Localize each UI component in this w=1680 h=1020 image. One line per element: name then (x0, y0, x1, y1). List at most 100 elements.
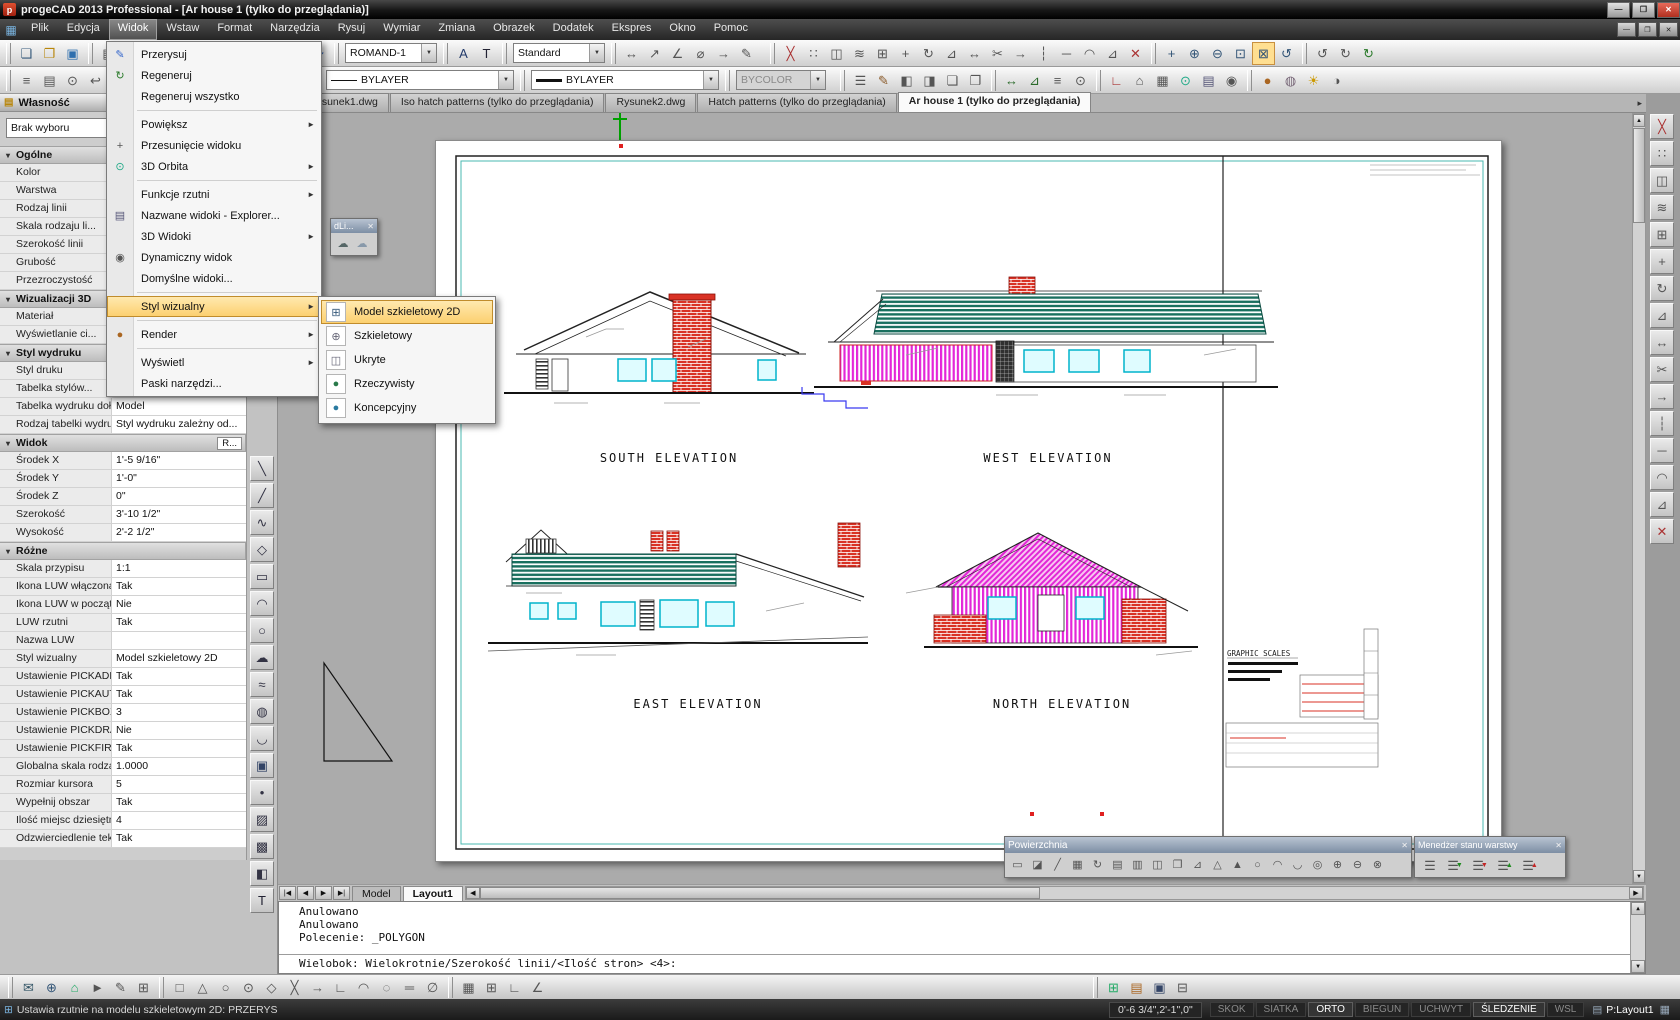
menu-item-funkcje-rzutni[interactable]: Funkcje rzutni► (107, 184, 321, 205)
menu-obrazek[interactable]: Obrazek (484, 19, 544, 40)
extend-icon[interactable]: → (1009, 42, 1032, 65)
move-icon[interactable]: + (1650, 249, 1674, 274)
copy-object-icon[interactable]: ∷ (802, 42, 825, 65)
combo-arrow-icon[interactable]: ▼ (498, 71, 513, 89)
stretch-icon[interactable]: ↔ (963, 42, 986, 65)
snap-endpoint-icon[interactable]: □ (168, 976, 191, 999)
wedge-icon[interactable]: ⊿ (1188, 855, 1207, 875)
menu-zmiana[interactable]: Zmiana (429, 19, 484, 40)
layer-state-on-icon[interactable]: ☰▲ (1493, 855, 1517, 875)
dome-icon[interactable]: ◠ (1268, 855, 1287, 875)
cloud-icon[interactable]: ☁ (334, 235, 352, 253)
prop-value[interactable]: Model szkieletowy 2D (112, 650, 246, 667)
linetype-combo[interactable]: BYLAYER▼ (326, 70, 514, 90)
status-toggle-siatka[interactable]: SIATKA (1256, 1002, 1307, 1017)
ruled-mesh-icon[interactable]: ▥ (1128, 855, 1147, 875)
menu-rysuj[interactable]: Rysuj (329, 19, 375, 40)
prop-section-różne[interactable]: ▾Różne (0, 542, 246, 560)
first-tab-icon[interactable]: |◀ (279, 886, 296, 900)
text-style-manager-icon[interactable]: A (452, 42, 475, 65)
save-layer-state-icon[interactable]: ☰▼ (1468, 855, 1492, 875)
scale-icon[interactable]: ⊿ (940, 42, 963, 65)
dim-radius-icon[interactable]: ⌀ (689, 42, 712, 65)
undo-view-icon[interactable]: ↺ (1311, 42, 1334, 65)
break-icon[interactable]: ┆ (1650, 411, 1674, 436)
spline-icon[interactable]: ≈ (250, 672, 274, 697)
trim-icon[interactable]: ✂ (1650, 357, 1674, 382)
render-icon[interactable]: ● (1256, 69, 1279, 92)
menu-plik[interactable]: Plik (22, 19, 58, 40)
dish-icon[interactable]: ◡ (1288, 855, 1307, 875)
box-icon[interactable]: ❐ (1168, 855, 1187, 875)
status-toggle-skok[interactable]: SKOK (1210, 1002, 1254, 1017)
ortho-mode-icon[interactable]: ∟ (503, 976, 526, 999)
submenu-item-szkieletowy[interactable]: ⊕Szkieletowy (321, 324, 493, 348)
status-toggle-wsl[interactable]: WSL (1547, 1002, 1585, 1017)
prop-value[interactable]: Model (112, 398, 246, 415)
snap-perpendicular-icon[interactable]: ∟ (329, 976, 352, 999)
vba-icon[interactable]: ► (86, 976, 109, 999)
id-point-icon[interactable]: ⊙ (1069, 69, 1092, 92)
circle-icon[interactable]: ○ (250, 618, 274, 643)
scrollbar-thumb[interactable] (1633, 128, 1645, 223)
tab-overflow-arrow-icon[interactable]: ▸ (1637, 98, 1642, 112)
mini-toolbar-titlebar[interactable]: dLi... ✕ (331, 219, 377, 233)
hyperlink-icon[interactable]: ⊕ (40, 976, 63, 999)
scroll-right-icon[interactable]: ▶ (1629, 887, 1643, 899)
viewport-selector[interactable]: R... (217, 437, 242, 450)
redo-view-icon[interactable]: ↻ (1334, 42, 1357, 65)
menu-narzędzia[interactable]: Narzędzia (261, 19, 329, 40)
grid-settings-icon[interactable]: ▦ (1660, 1003, 1670, 1016)
insert-block-icon[interactable]: ▣ (1148, 976, 1171, 999)
sphere-icon[interactable]: ○ (1248, 855, 1267, 875)
doc-tab-hatch-patterns-tylko-do-przeglądania[interactable]: Hatch patterns (tylko do przeglądania) (697, 93, 896, 112)
prop-value[interactable]: Tak (112, 740, 246, 757)
close-icon[interactable]: ✕ (1401, 841, 1408, 850)
scroll-up-icon[interactable]: ▲ (1631, 902, 1645, 915)
prop-value[interactable]: 3'-10 1/2" (112, 506, 246, 523)
fillet-icon[interactable]: ◠ (1078, 42, 1101, 65)
dim-leader-icon[interactable]: → (712, 42, 735, 65)
menu-format[interactable]: Format (208, 19, 261, 40)
add-image-icon[interactable]: ▤ (1125, 976, 1148, 999)
draw-order-back-icon[interactable]: ◨ (918, 69, 941, 92)
make-layer-current-icon[interactable]: ⊙ (61, 69, 84, 92)
pan-icon[interactable]: + (1160, 42, 1183, 65)
prop-value[interactable]: Tak (112, 794, 246, 811)
shadow-icon[interactable]: ◑ (1325, 69, 1348, 92)
dim-edit-icon[interactable]: ✎ (735, 42, 758, 65)
cloud-3d-icon[interactable]: ☁ (353, 235, 371, 253)
drawing-canvas[interactable]: SOUTH ELEVATION (278, 113, 1632, 884)
combo-arrow-icon[interactable]: ▼ (421, 44, 436, 62)
prop-value[interactable]: Styl wydruku zależny od... (112, 416, 246, 433)
prop-value[interactable]: Tak (112, 830, 246, 847)
polar-tracking-icon[interactable]: ∠ (526, 976, 549, 999)
snap-center-icon[interactable]: ○ (214, 976, 237, 999)
explode-icon[interactable]: ✕ (1650, 519, 1674, 544)
chamfer-icon[interactable]: ⊿ (1101, 42, 1124, 65)
snap-none-icon[interactable]: ∅ (421, 976, 444, 999)
materials-icon[interactable]: ◍ (1279, 69, 1302, 92)
match-properties-icon[interactable]: ✎ (872, 69, 895, 92)
status-toggle-orto[interactable]: ORTO (1308, 1002, 1353, 1017)
horizontal-scrollbar[interactable]: ◀ ▶ (465, 886, 1644, 900)
calculator-icon[interactable]: ⊞ (132, 976, 155, 999)
close-icon[interactable]: ✕ (1555, 841, 1562, 850)
intersect-icon[interactable]: ⊗ (1368, 855, 1387, 875)
polyline-icon[interactable]: ∿ (250, 510, 274, 535)
explode-icon[interactable]: ✕ (1124, 42, 1147, 65)
dim-aligned-icon[interactable]: ↗ (643, 42, 666, 65)
prop-value[interactable] (112, 632, 246, 649)
maximize-icon[interactable]: ❐ (1632, 2, 1655, 18)
minimize-icon[interactable]: — (1607, 2, 1630, 18)
lineweight-combo[interactable]: BYLAYER▼ (531, 70, 719, 90)
submenu-item-rzeczywisty[interactable]: ●Rzeczywisty (321, 372, 493, 396)
fillet-icon[interactable]: ◠ (1650, 465, 1674, 490)
mdi-close-icon[interactable]: ✕ (1659, 22, 1678, 37)
menu-item-przesunięcie-widoku[interactable]: +Przesunięcie widoku (107, 135, 321, 156)
erase-icon[interactable]: ╳ (1650, 114, 1674, 139)
layer-previous-icon[interactable]: ↩ (84, 69, 107, 92)
measure-distance-icon[interactable]: ↔ (1000, 69, 1023, 92)
status-toggle-uchwyt[interactable]: UCHWYT (1411, 1002, 1471, 1017)
scrollbar-track[interactable] (1040, 887, 1629, 899)
